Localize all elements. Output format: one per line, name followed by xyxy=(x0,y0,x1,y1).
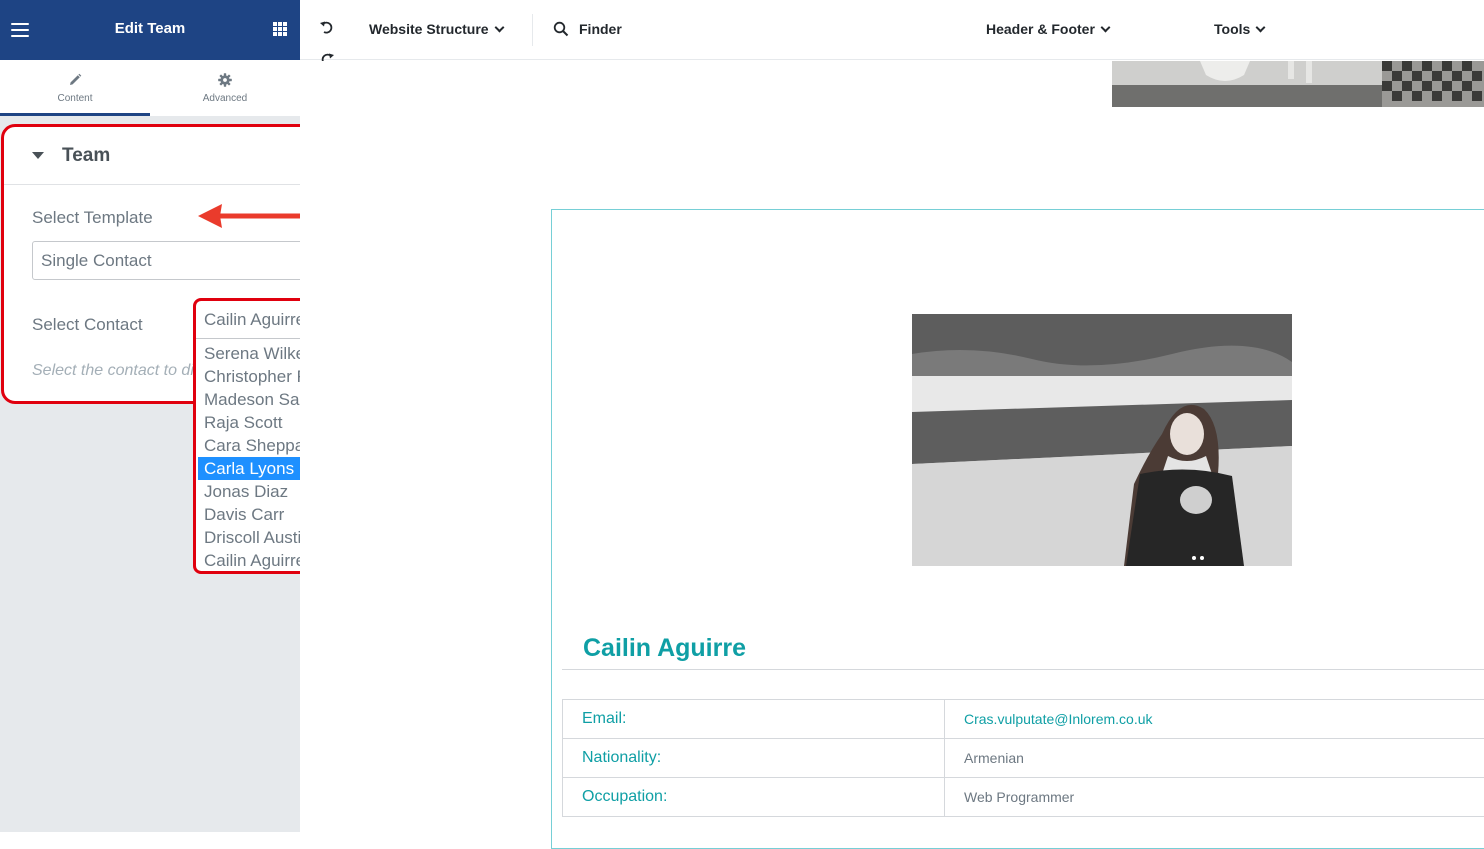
contact-card: Cailin Aguirre Email: Cras.vulputate@Inl… xyxy=(551,209,1484,849)
email-label: Email: xyxy=(563,700,945,739)
pencil-icon xyxy=(67,72,83,88)
panel-header: Edit Team xyxy=(0,0,300,60)
header-footer-label: Header & Footer xyxy=(986,21,1095,37)
finder-button[interactable]: Finder xyxy=(579,21,622,37)
contact-name-heading: Cailin Aguirre xyxy=(583,634,746,663)
top-toolbar: Website Structure Finder Header & Footer… xyxy=(300,0,1484,60)
widgets-grid-icon[interactable] xyxy=(273,22,287,36)
email-link[interactable]: Cras.vulputate@Inlorem.co.uk xyxy=(945,700,1484,739)
contact-details-table: Email: Cras.vulputate@Inlorem.co.uk Nati… xyxy=(562,699,1484,817)
table-row: Email: Cras.vulputate@Inlorem.co.uk xyxy=(563,700,1484,739)
contact-select-value: Cailin Aguirre xyxy=(204,310,305,330)
heading-divider xyxy=(562,669,1484,670)
select-template-label: Select Template xyxy=(32,208,153,228)
nationality-value: Armenian xyxy=(945,739,1484,778)
chevron-down-icon xyxy=(1256,23,1266,33)
table-row: Occupation: Web Programmer xyxy=(563,778,1484,817)
contact-photo xyxy=(912,314,1292,566)
team-section-title: Team xyxy=(62,145,110,167)
header-footer-menu[interactable]: Header & Footer xyxy=(986,21,1109,37)
search-icon[interactable] xyxy=(553,21,569,37)
occupation-value: Web Programmer xyxy=(945,778,1484,817)
contact-help-text: Select the contact to display xyxy=(32,362,197,380)
toolbar-divider xyxy=(532,14,533,46)
tab-advanced-label: Advanced xyxy=(150,93,300,104)
gear-icon xyxy=(217,72,233,88)
caret-down-icon xyxy=(32,152,44,159)
website-structure-label: Website Structure xyxy=(369,21,489,37)
tools-menu[interactable]: Tools xyxy=(1214,21,1264,37)
chevron-down-icon xyxy=(1100,23,1110,33)
select-contact-label: Select Contact xyxy=(32,315,143,335)
panel-tabs: Content Advanced xyxy=(0,60,300,116)
undo-icon[interactable] xyxy=(319,19,335,35)
chevron-down-icon xyxy=(494,23,504,33)
tab-advanced[interactable]: Advanced xyxy=(150,60,300,116)
tools-label: Tools xyxy=(1214,21,1250,37)
template-select-value: Single Contact xyxy=(41,251,152,271)
table-row: Nationality: Armenian xyxy=(563,739,1484,778)
website-structure-menu[interactable]: Website Structure xyxy=(369,21,503,37)
page-preview: Cailin Aguirre Email: Cras.vulputate@Inl… xyxy=(300,61,1484,832)
tab-content-label: Content xyxy=(0,93,150,104)
occupation-label: Occupation: xyxy=(563,778,945,817)
header-image xyxy=(1112,61,1484,107)
tab-content[interactable]: Content xyxy=(0,60,150,116)
panel-title: Edit Team xyxy=(0,20,300,37)
nationality-label: Nationality: xyxy=(563,739,945,778)
